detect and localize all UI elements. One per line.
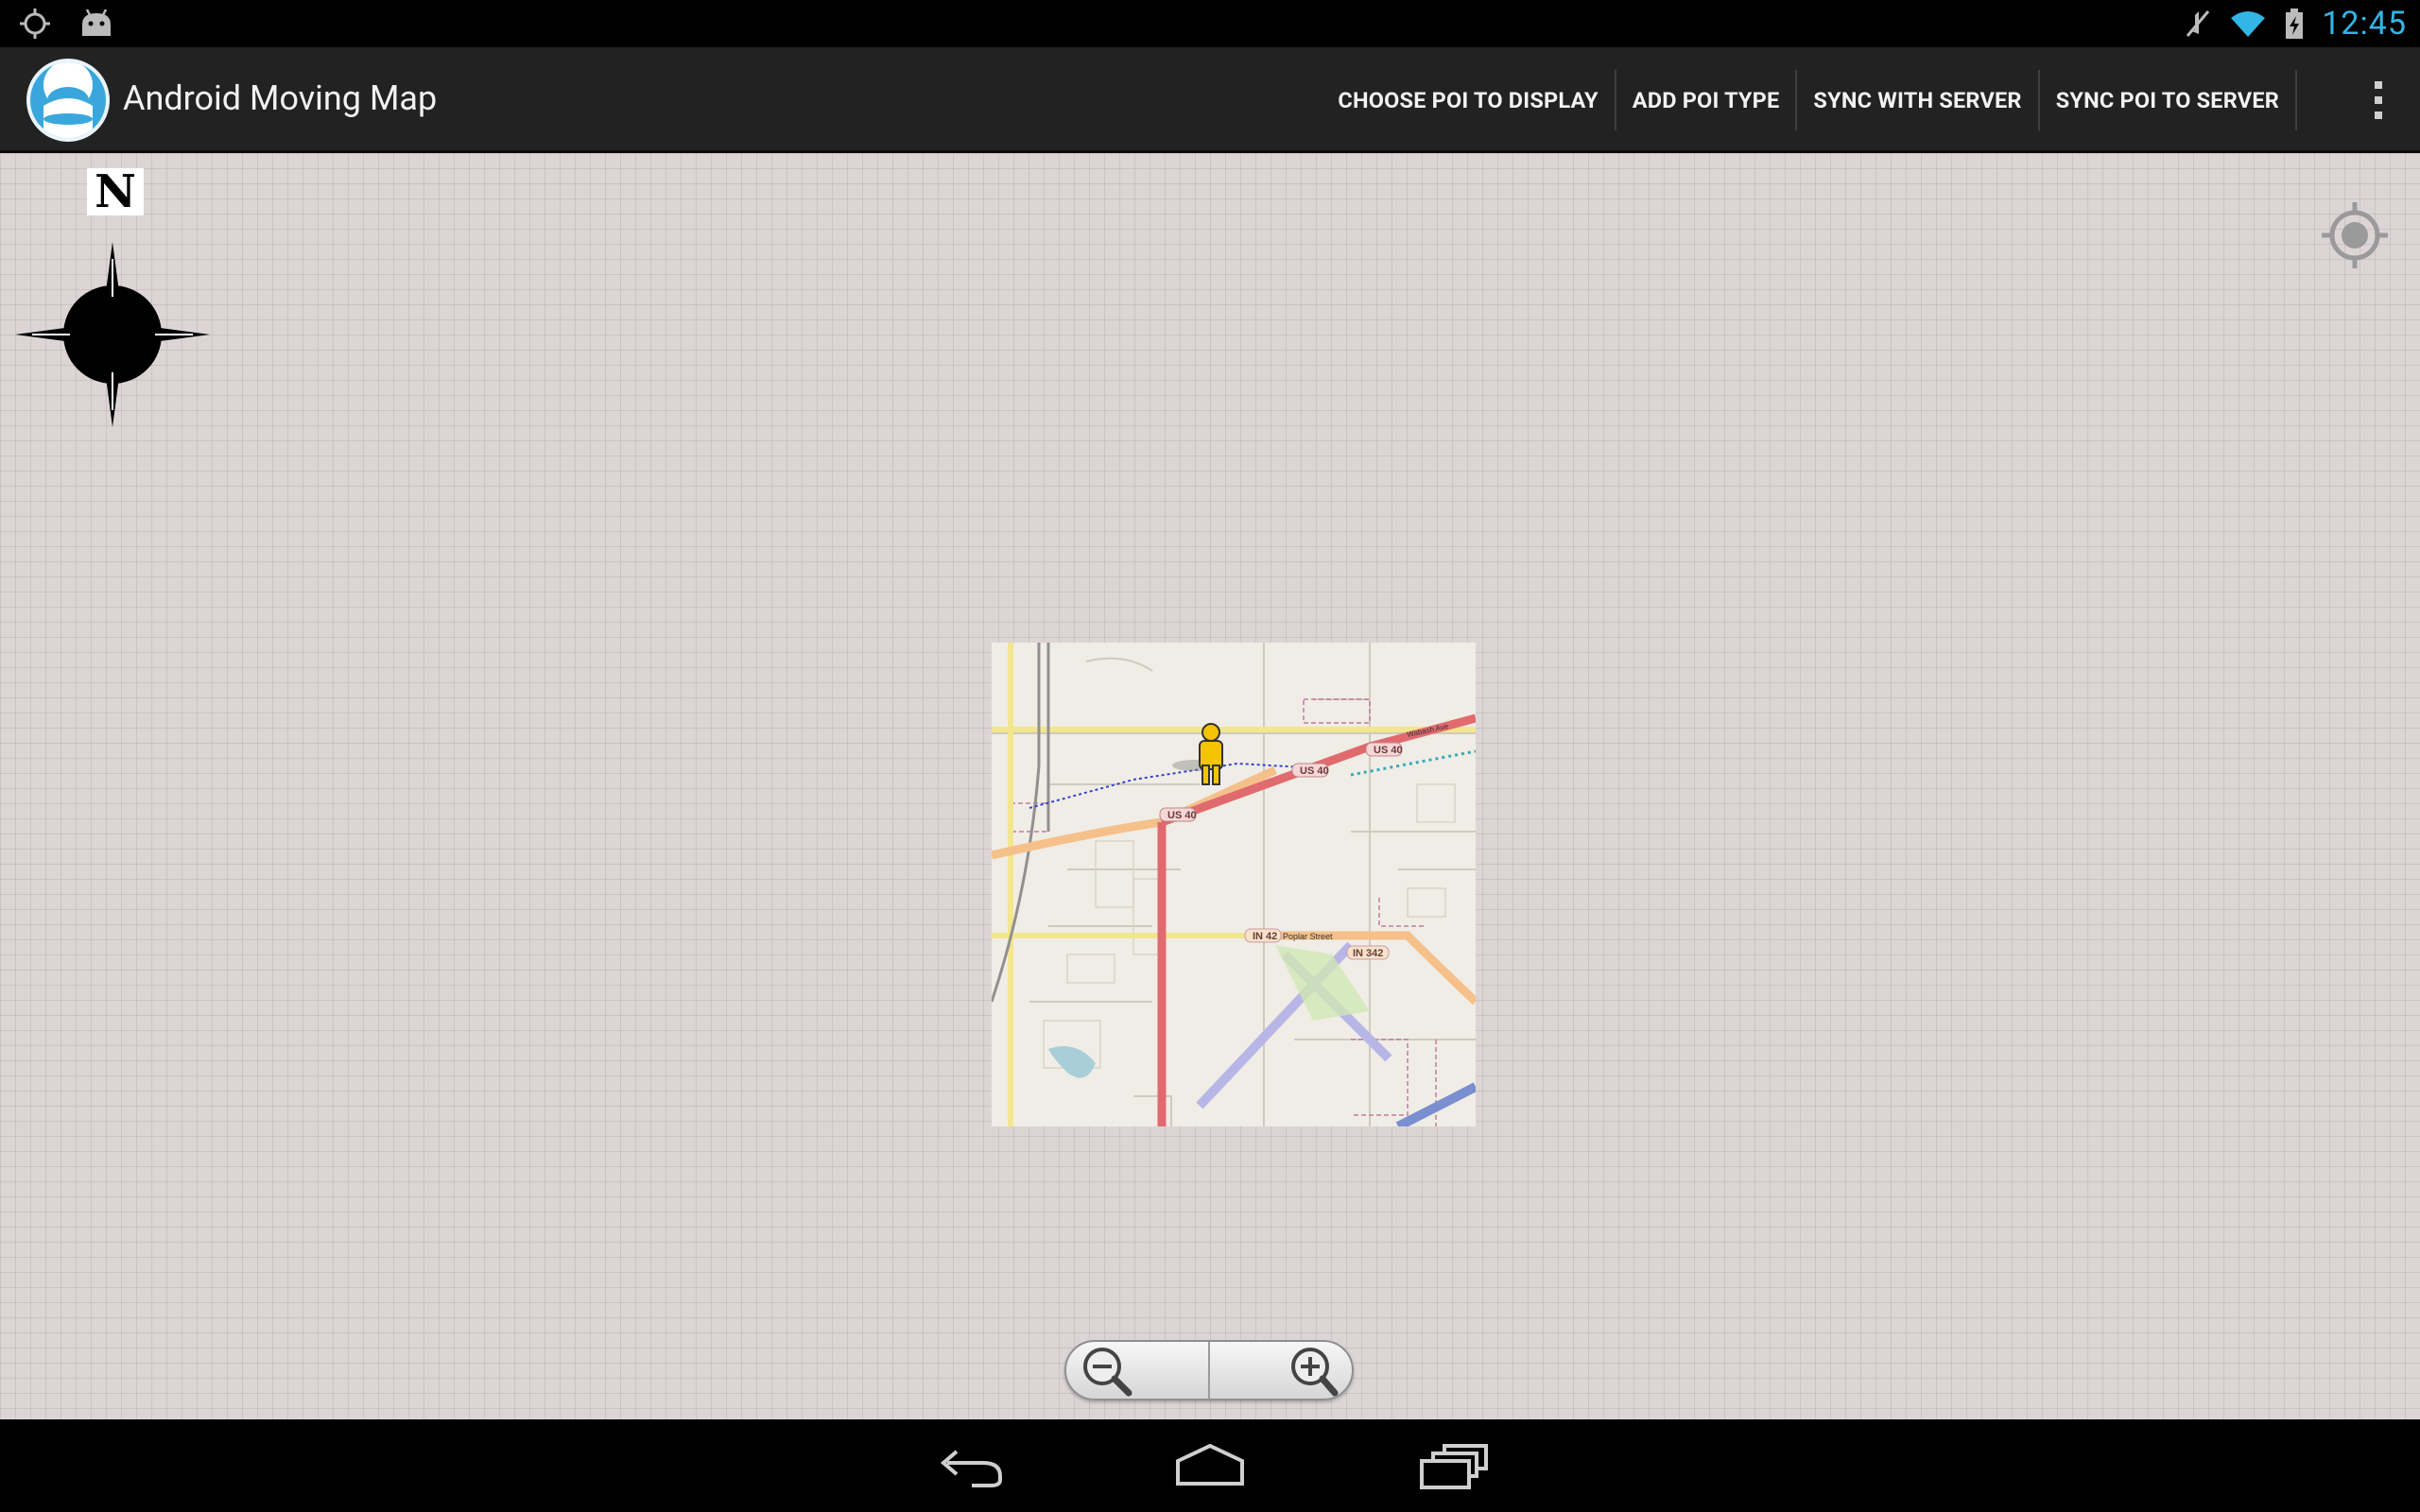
map-tile-graphic: US 40 US 40 US 40 IN 42 IN 342 Poplar St… — [992, 643, 1476, 1126]
mute-icon — [2187, 10, 2210, 37]
gps-icon — [20, 9, 50, 39]
wifi-icon — [2231, 11, 2266, 37]
street-label: Poplar Street — [1283, 932, 1333, 941]
status-bar: 12:45 — [0, 0, 2420, 47]
sync-with-server-button[interactable]: SYNC WITH SERVER — [1797, 47, 2037, 153]
compass-north-label: N — [87, 168, 144, 215]
road-label: US 40 — [1374, 745, 1403, 756]
battery-charging-icon — [2286, 9, 2304, 39]
clock: 12:45 — [2322, 5, 2407, 43]
status-right-icons: 12:45 — [2186, 4, 2407, 43]
my-location-icon[interactable] — [2320, 200, 2390, 270]
status-left-icons — [19, 8, 113, 40]
zoom-out-button[interactable] — [1066, 1342, 1208, 1399]
zoom-controls — [1064, 1340, 1354, 1400]
road-label: IN 342 — [1353, 948, 1383, 959]
action-bar: Android Moving Map CHOOSE POI TO DISPLAY… — [0, 47, 2420, 153]
sync-poi-to-server-button[interactable]: SYNC POI TO SERVER — [2040, 47, 2295, 153]
map-tile: US 40 US 40 US 40 IN 42 IN 342 Poplar St… — [992, 643, 1476, 1126]
zoom-in-icon — [1291, 1348, 1339, 1397]
overflow-menu-icon[interactable] — [2360, 77, 2397, 123]
add-poi-type-button[interactable]: ADD POI TYPE — [1616, 47, 1796, 153]
app-title: Android Moving Map — [123, 78, 438, 118]
android-debug-icon — [82, 9, 111, 36]
zoom-in-button[interactable] — [1208, 1342, 1352, 1399]
road-label: IN 42 — [1253, 931, 1277, 942]
home-icon[interactable] — [1172, 1438, 1248, 1495]
compass: N — [13, 164, 212, 429]
road-label: US 40 — [1300, 765, 1329, 777]
action-items: CHOOSE POI TO DISPLAY ADD POI TYPE SYNC … — [1322, 47, 2297, 153]
compass-rose-icon — [15, 242, 210, 427]
recent-apps-icon[interactable] — [1416, 1438, 1492, 1495]
choose-poi-button[interactable]: CHOOSE POI TO DISPLAY — [1322, 47, 1614, 153]
divider — [2295, 70, 2297, 130]
road-label: US 40 — [1167, 810, 1197, 821]
zoom-out-icon — [1083, 1348, 1132, 1397]
app-icon[interactable] — [26, 59, 110, 142]
map-view[interactable]: N US 40 US 40 US 40 IN 42 IN 342 Poplar … — [0, 153, 2420, 1419]
navigation-bar — [0, 1419, 2420, 1512]
back-icon[interactable] — [934, 1438, 1010, 1495]
app-logo-icon — [43, 62, 93, 138]
